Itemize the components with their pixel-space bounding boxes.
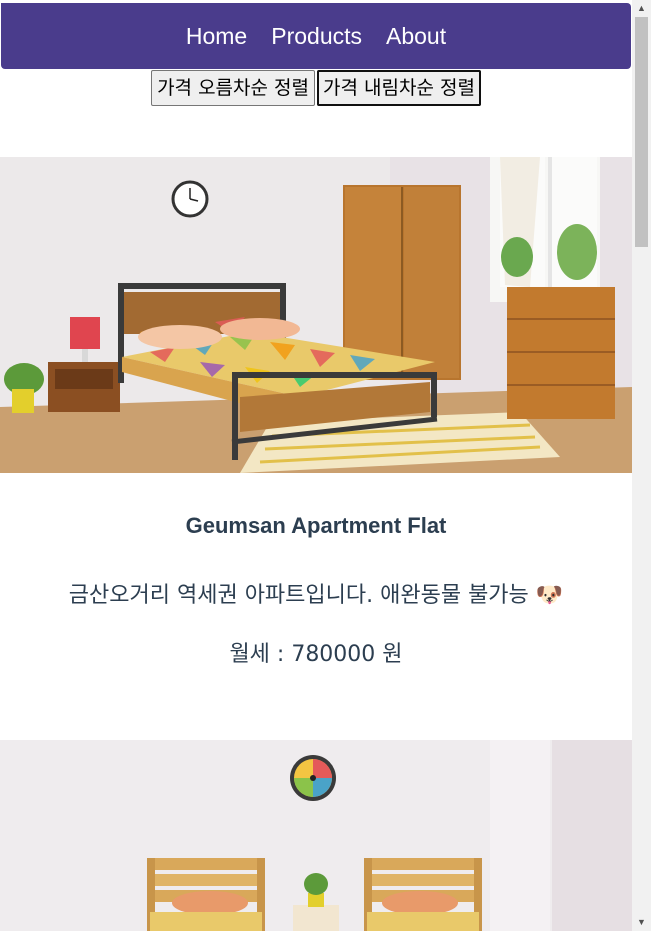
nav-about-link[interactable]: About (386, 23, 446, 50)
top-nav: Home Products About (1, 3, 631, 69)
dog-icon: 🐶 (535, 583, 564, 608)
product-description-text: 금산오거리 역세권 아파트입니다. 애완동물 불가능 (68, 583, 529, 608)
vertical-scrollbar[interactable]: ▲ ▼ (632, 0, 651, 931)
product-image (0, 740, 632, 931)
scroll-thumb[interactable] (635, 17, 648, 247)
sort-price-asc-button[interactable]: 가격 오름차순 정렬 (151, 70, 315, 106)
page-content: Home Products About 가격 오름차순 정렬 가격 내림차순 정… (0, 0, 632, 931)
sort-controls: 가격 오름차순 정렬 가격 내림차순 정렬 (0, 70, 632, 106)
product-card: Geumsan Apartment Flat 금산오거리 역세권 아파트입니다.… (0, 473, 632, 733)
scroll-up-arrow-icon[interactable]: ▲ (632, 0, 651, 17)
scroll-down-arrow-icon[interactable]: ▼ (632, 914, 651, 931)
product-description: 금산오거리 역세권 아파트입니다. 애완동물 불가능 🐶 (0, 577, 632, 609)
product-title: Geumsan Apartment Flat (185, 513, 447, 538)
nav-products-link[interactable]: Products (271, 23, 362, 50)
product-price: 월세 : 780000 원 (229, 642, 403, 667)
sort-price-desc-button[interactable]: 가격 내림차순 정렬 (317, 70, 481, 106)
product-image (0, 157, 632, 473)
nav-home-link[interactable]: Home (186, 23, 247, 50)
